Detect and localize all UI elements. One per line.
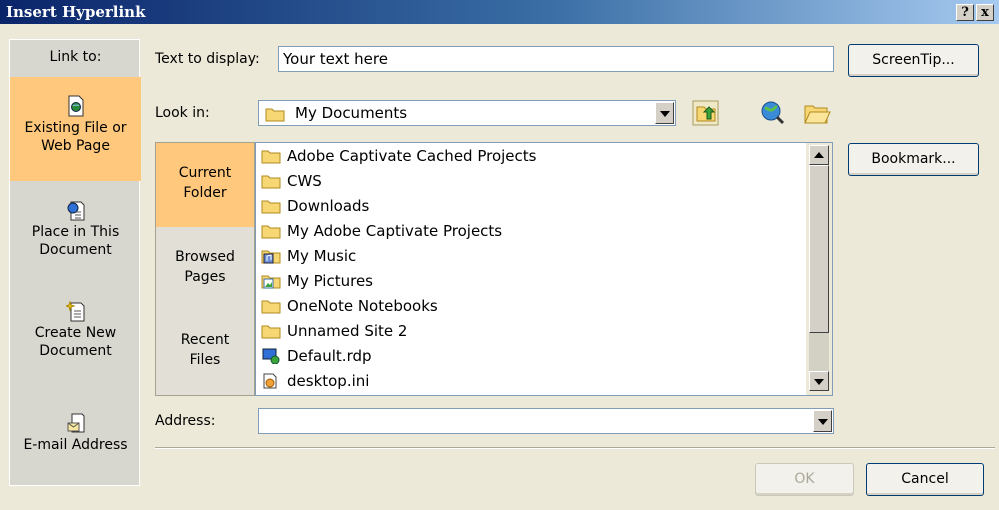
recent-files-label-2: Files: [189, 352, 221, 368]
list-item[interactable]: Downloads: [261, 194, 369, 219]
browse-web-button[interactable]: [756, 97, 789, 129]
cancel-button[interactable]: Cancel: [866, 463, 984, 496]
browsed-pages-label-2: Pages: [184, 269, 226, 285]
browsed-pages-label-1: Browsed: [175, 249, 235, 265]
existing-file-label-1: Existing File or: [24, 120, 127, 136]
create-new-document-label-2: Document: [39, 343, 112, 359]
address-label: Address:: [155, 413, 216, 429]
text-to-display-label: Text to display:: [155, 51, 260, 67]
scroll-track[interactable]: [809, 333, 829, 373]
email-address-label: E-mail Address: [23, 437, 128, 453]
file-list[interactable]: Adobe Captivate Cached Projects CWS Down…: [255, 142, 833, 396]
browse-file-button[interactable]: [800, 97, 833, 129]
link-to-existing-file[interactable]: Existing File or Web Page: [10, 77, 141, 181]
link-to-label: Link to:: [49, 49, 102, 65]
address-dropdown-arrow[interactable]: [813, 410, 832, 432]
list-item[interactable]: My Adobe Captivate Projects: [261, 219, 502, 244]
rdp-file-icon: [262, 348, 280, 364]
list-item[interactable]: Default.rdp: [261, 344, 372, 369]
scroll-down-button[interactable]: [809, 371, 829, 391]
email-address-icon: [67, 413, 84, 433]
browse-web-icon: [761, 101, 785, 125]
screentip-button[interactable]: ScreenTip...: [848, 44, 979, 77]
recent-files-label-1: Recent: [180, 332, 230, 348]
open-folder-icon: [804, 105, 831, 124]
look-in-label: Look in:: [155, 105, 210, 121]
folder-icon: [265, 108, 285, 122]
bookmark-button[interactable]: Bookmark...: [848, 143, 979, 176]
list-item[interactable]: My Pictures: [261, 269, 373, 294]
tab-recent-files[interactable]: Recent Files: [156, 310, 254, 394]
music-folder-icon: [261, 250, 281, 264]
link-to-panel: Link to: Existing File or Web Page Place…: [9, 39, 141, 486]
folder-icon: [261, 200, 281, 214]
file-name: OneNote Notebooks: [287, 297, 438, 315]
up-one-folder-button[interactable]: [689, 97, 722, 129]
place-in-document-label-2: Document: [39, 242, 112, 258]
place-in-document-label-1: Place in This: [31, 224, 120, 240]
file-name: My Music: [287, 247, 357, 265]
list-item[interactable]: CWS: [261, 169, 322, 194]
look-in-dropdown-arrow[interactable]: [655, 102, 674, 124]
place-in-document-icon: [67, 201, 84, 221]
ini-file-icon: [263, 373, 277, 389]
list-item[interactable]: desktop.ini: [261, 369, 369, 394]
link-to-email-address[interactable]: E-mail Address: [10, 406, 141, 510]
file-name: Unnamed Site 2: [287, 322, 408, 340]
separator: [155, 447, 995, 449]
list-item[interactable]: Adobe Captivate Cached Projects: [261, 144, 536, 169]
list-item[interactable]: My Music: [261, 244, 356, 269]
title-bar: [0, 0, 999, 24]
help-button[interactable]: ?: [956, 4, 974, 21]
create-new-document-icon: [65, 300, 84, 322]
ok-button[interactable]: OK: [755, 463, 854, 496]
file-name: Adobe Captivate Cached Projects: [287, 147, 537, 165]
close-button[interactable]: x: [976, 4, 994, 21]
list-item[interactable]: Unnamed Site 2: [261, 319, 407, 344]
current-folder-label-2: Folder: [183, 185, 227, 201]
folder-icon: [261, 150, 281, 164]
tab-current-folder[interactable]: Current Folder: [156, 143, 254, 227]
folder-icon: [261, 175, 281, 189]
list-item[interactable]: OneNote Notebooks: [261, 294, 438, 319]
existing-file-label-2: Web Page: [41, 138, 110, 154]
file-name: Downloads: [287, 197, 370, 215]
folder-icon: [261, 300, 281, 314]
up-folder-icon: [692, 100, 719, 126]
address-input[interactable]: [258, 408, 834, 434]
create-new-document-label-1: Create New: [34, 325, 117, 341]
file-name: Default.rdp: [287, 347, 372, 365]
window-title: Insert Hyperlink: [6, 3, 146, 21]
folder-icon: [261, 225, 281, 239]
file-list-scrollbar[interactable]: [806, 143, 832, 395]
existing-file-icon: [68, 95, 83, 117]
scroll-thumb[interactable]: [809, 165, 829, 333]
scroll-up-button[interactable]: [809, 145, 829, 165]
browse-tabs-panel: Current Folder Browsed Pages Recent File…: [155, 142, 255, 396]
file-name: My Pictures: [287, 272, 373, 290]
file-name: My Adobe Captivate Projects: [287, 222, 503, 240]
link-to-create-new-document[interactable]: Create New Document: [10, 292, 141, 396]
look-in-dropdown[interactable]: My Documents: [258, 100, 676, 126]
pictures-folder-icon: [261, 275, 281, 289]
tab-browsed-pages[interactable]: Browsed Pages: [156, 227, 254, 311]
current-folder-label-1: Current: [178, 165, 232, 181]
text-to-display-input[interactable]: Your text here: [278, 46, 834, 72]
link-to-place-in-document[interactable]: Place in This Document: [10, 191, 141, 295]
folder-icon: [261, 325, 281, 339]
file-name: desktop.ini: [287, 372, 370, 390]
look-in-value: My Documents: [295, 104, 408, 122]
file-name: CWS: [287, 172, 322, 190]
